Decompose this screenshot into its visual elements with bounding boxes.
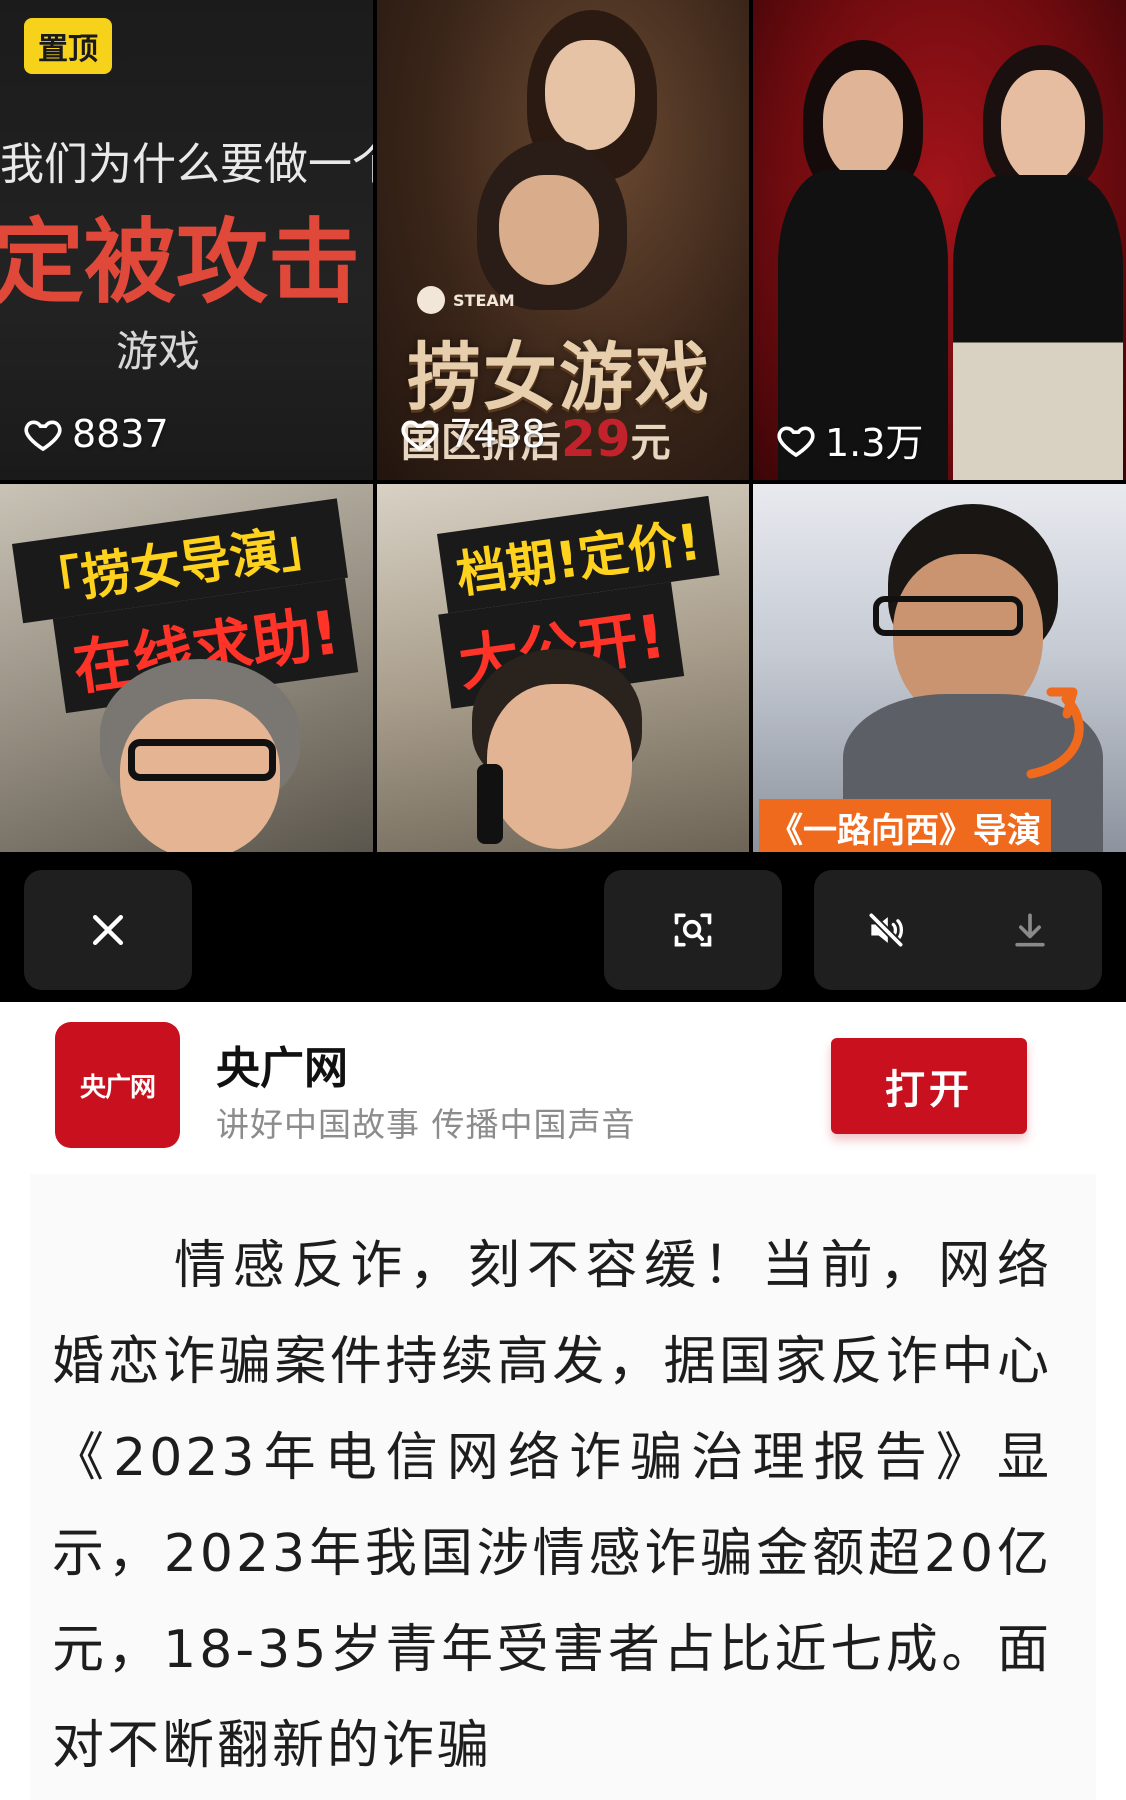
download-button[interactable] <box>958 870 1102 990</box>
arrow-icon <box>1026 687 1084 779</box>
media-controls <box>814 870 1102 990</box>
like-count-value: 7438 <box>449 412 546 456</box>
app-slogan: 讲好中国故事 传播中国声音 <box>216 1105 636 1144</box>
woman-right-face <box>1001 70 1085 185</box>
app-banner: 央广网 央广网 讲好中国故事 传播中国声音 打开 <box>0 1002 1126 1172</box>
close-icon <box>92 914 124 946</box>
director-glasses <box>128 739 276 781</box>
visual-search-button[interactable] <box>604 870 782 990</box>
app-logo: 央广网 <box>55 1022 180 1148</box>
heart-icon <box>24 420 62 452</box>
heart-icon <box>777 425 815 457</box>
video-tile-5[interactable]: 档期!定价! 大公开! <box>377 484 749 852</box>
tile-6-caption: 《一路向西》导演 <box>759 799 1051 852</box>
director-glasses <box>873 596 1023 636</box>
like-count: 1.3万 <box>775 412 923 467</box>
woman-left-face <box>823 70 903 180</box>
video-tile-3[interactable]: 1.3万 <box>753 0 1126 480</box>
pinned-badge: 置顶 <box>24 18 112 74</box>
man-face <box>499 175 599 285</box>
lens-icon <box>674 913 712 947</box>
steam-badge: STEAM <box>417 286 515 314</box>
like-count: 7438 <box>399 412 546 456</box>
heart-icon <box>401 420 439 452</box>
tile-1-headline: 我们为什么要做一个 <box>0 139 373 190</box>
open-app-button[interactable]: 打开 <box>831 1038 1027 1134</box>
mute-icon <box>868 912 904 948</box>
mute-button[interactable] <box>814 870 958 990</box>
close-button[interactable] <box>24 870 192 990</box>
article-body: 情感反诈，刻不容缓！当前，网络婚恋诈骗案件持续高发，据国家反诈中心《2023年电… <box>30 1174 1096 1800</box>
article-paragraph: 情感反诈，刻不容缓！当前，网络婚恋诈骗案件持续高发，据国家反诈中心《2023年电… <box>52 1236 1052 1776</box>
video-tile-4[interactable]: 「捞女导演」 在线求助! <box>0 484 373 852</box>
like-count: 8837 <box>22 412 169 456</box>
like-count-value: 1.3万 <box>825 421 924 465</box>
download-icon <box>1015 913 1045 947</box>
video-grid: 置顶 我们为什么要做一个 定被攻击 游戏 8837 STEAM 捞女游戏 国区折… <box>0 0 1126 852</box>
like-count-value: 8837 <box>72 412 169 456</box>
tile-1-subtitle: 游戏 <box>116 327 201 376</box>
app-name: 央广网 <box>216 1043 348 1094</box>
steam-logo-icon <box>417 286 445 314</box>
article-panel: 央广网 央广网 讲好中国故事 传播中国声音 打开 情感反诈，刻不容缓！当前，网络… <box>0 1002 1126 1800</box>
phone <box>477 764 503 844</box>
viewer-controls <box>0 852 1126 1002</box>
tile-1-big-headline: 定被攻击 <box>0 209 361 316</box>
woman-face <box>545 40 635 150</box>
tile-2-title: 捞女游戏 <box>407 335 711 421</box>
video-tile-1[interactable]: 置顶 我们为什么要做一个 定被攻击 游戏 8837 <box>0 0 373 480</box>
woman-right-dress <box>953 175 1123 480</box>
man-face <box>487 684 632 849</box>
video-tile-2[interactable]: STEAM 捞女游戏 国区折后29元 7438 <box>377 0 749 480</box>
video-tile-6[interactable]: 《一路向西》导演 <box>753 484 1126 852</box>
